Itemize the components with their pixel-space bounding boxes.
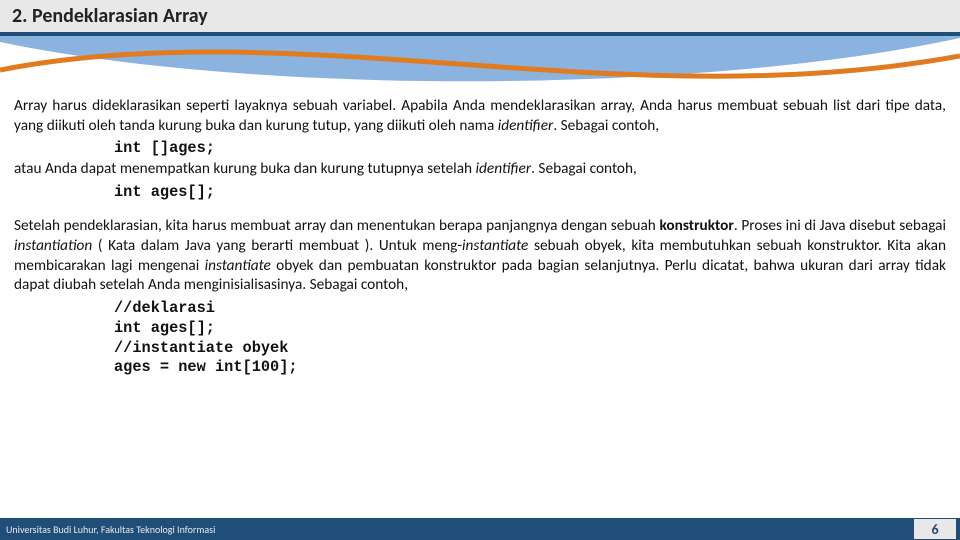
code-line-5: //instantiate obyek <box>114 339 946 359</box>
code-line-2: int ages[]; <box>114 183 946 203</box>
title-bar: 2. Pendeklarasian Array <box>0 0 960 36</box>
code-line-1: int []ages; <box>114 139 946 159</box>
decorative-swoosh <box>0 36 960 96</box>
code-line-6: ages = new int[100]; <box>114 358 946 378</box>
paragraph-3: Setelah pendeklarasian, kita harus membu… <box>14 216 946 294</box>
paragraph-2: atau Anda dapat menempatkan kurung buka … <box>14 159 946 179</box>
slide: 2. Pendeklarasian Array Array harus dide… <box>0 0 960 540</box>
code-line-4: int ages[]; <box>114 319 946 339</box>
page-number: 6 <box>914 519 956 539</box>
code-line-3: //deklarasi <box>114 299 946 319</box>
slide-title: 2. Pendeklarasian Array <box>12 4 208 28</box>
footer-bar: Universitas Budi Luhur, Fakultas Teknolo… <box>0 518 960 540</box>
footer-text: Universitas Budi Luhur, Fakultas Teknolo… <box>6 523 215 536</box>
content-area: Array harus dideklarasikan seperti layak… <box>0 96 960 378</box>
